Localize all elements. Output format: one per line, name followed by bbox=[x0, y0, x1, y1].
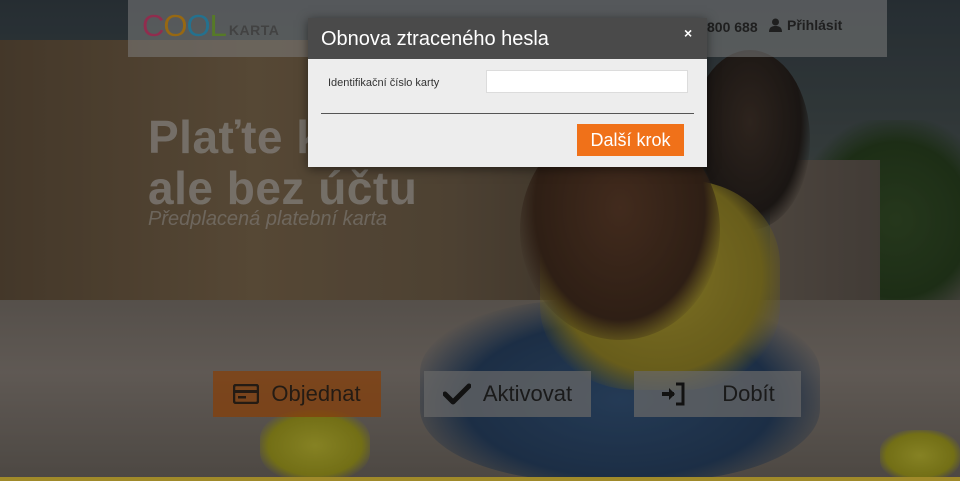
card-id-label: Identifikační číslo karty bbox=[328, 77, 440, 89]
card-id-input[interactable] bbox=[486, 70, 688, 93]
dialog-title: Obnova ztraceného hesla bbox=[321, 28, 549, 50]
close-icon[interactable]: × bbox=[684, 25, 692, 41]
footer-strip bbox=[0, 477, 960, 481]
dialog-header: Obnova ztraceného hesla × bbox=[308, 18, 707, 59]
password-recovery-dialog: Obnova ztraceného hesla × Identifikační … bbox=[308, 18, 707, 167]
next-step-button[interactable]: Další krok bbox=[577, 124, 684, 156]
dialog-divider bbox=[321, 113, 694, 114]
